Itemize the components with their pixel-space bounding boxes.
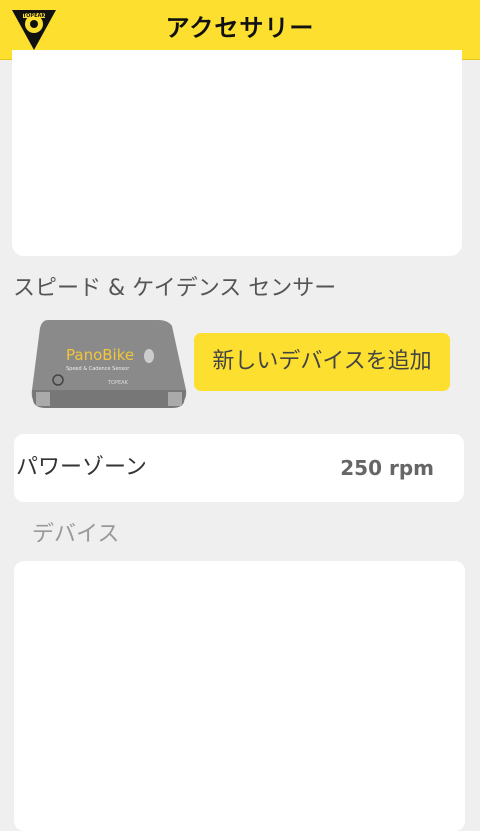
devices-section-label: デバイス bbox=[32, 522, 120, 547]
power-zone-row[interactable]: パワーゾーン 250 rpm bbox=[14, 434, 464, 502]
sensor-section-title: スピード & ケイデンス センサー bbox=[13, 276, 337, 301]
top-card bbox=[12, 50, 462, 256]
power-zone-label: パワーゾーン bbox=[16, 455, 147, 480]
sensor-maker-text: TOPEAK bbox=[107, 380, 129, 386]
power-zone-value: 250 rpm bbox=[340, 456, 434, 480]
devices-list-card bbox=[14, 561, 465, 831]
bluetooth-icon bbox=[144, 349, 154, 363]
sensor-subtitle-text: Speed & Cadence Sensor bbox=[66, 366, 130, 372]
sensor-brand-text: PanoBike bbox=[66, 346, 134, 364]
panobike-sensor-image: PanoBike Speed & Cadence Sensor TOPEAK bbox=[31, 320, 187, 408]
add-device-button[interactable]: 新しいデバイスを追加 bbox=[194, 333, 450, 391]
